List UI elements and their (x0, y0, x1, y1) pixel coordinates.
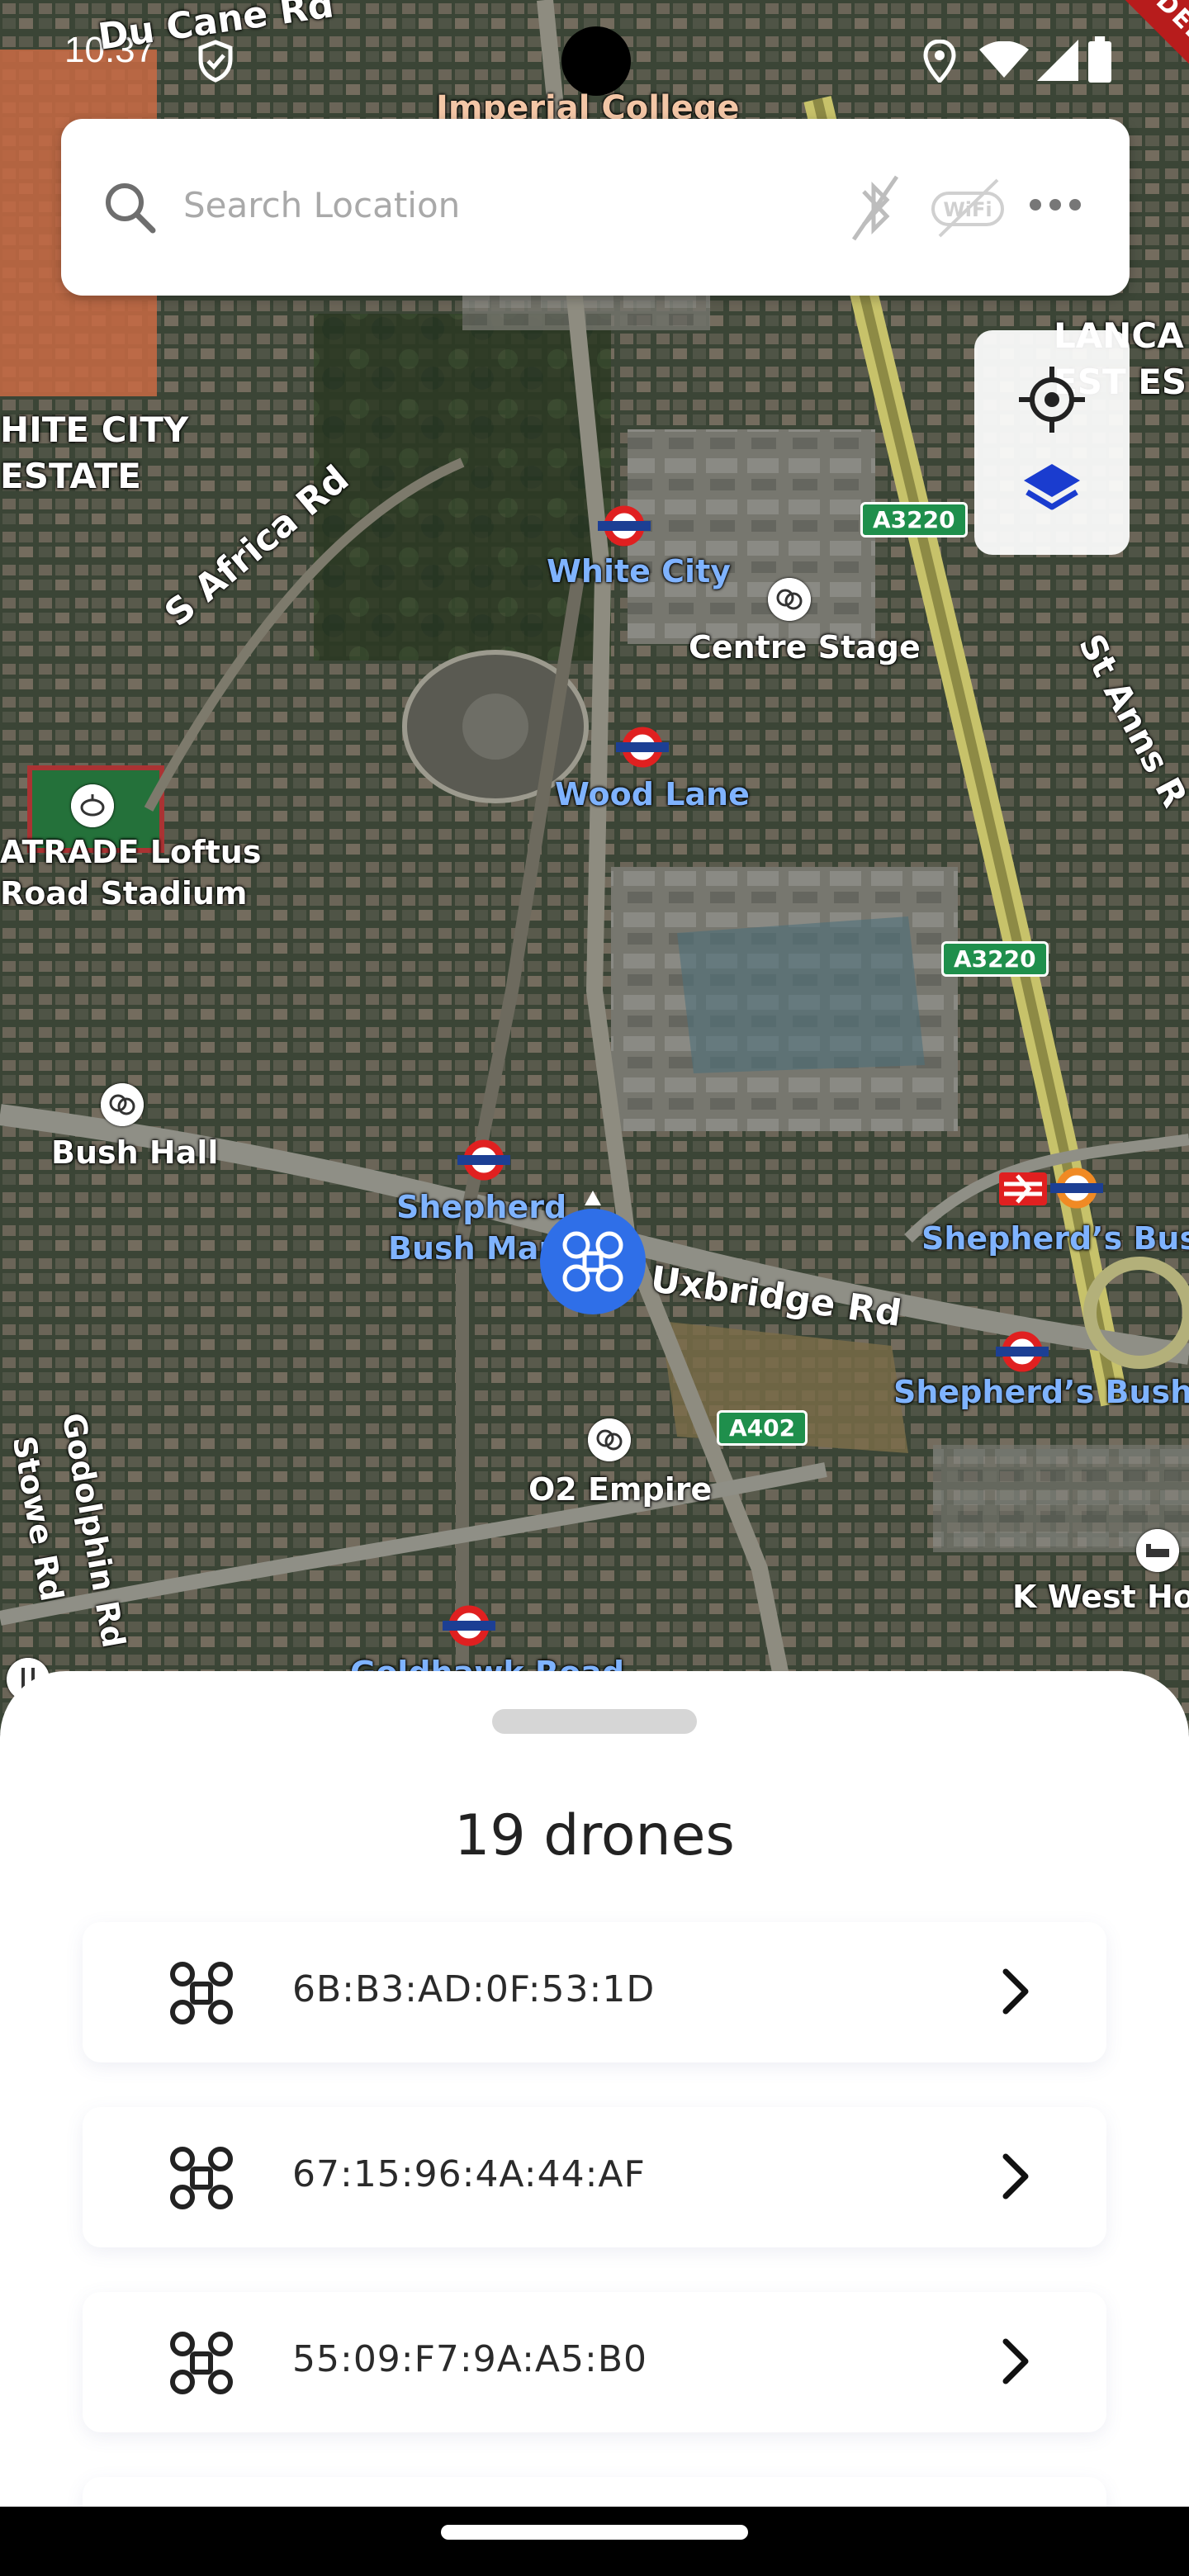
map-label-loftus-road-2: Road Stadium (0, 875, 248, 912)
tube-station-icon[interactable] (1050, 1167, 1103, 1209)
chevron-right-icon[interactable] (989, 2150, 1042, 2203)
map-label-shepherds-bush-tube: Shepherd’s Bush (893, 1374, 1189, 1410)
drone-mac-address: 67:15:96:4A:44:AF (292, 2153, 646, 2195)
drone-list-item[interactable]: 67:15:96:4A:44:AF (83, 2107, 1106, 2247)
more-options-icon[interactable] (1029, 197, 1082, 213)
system-nav-bar (0, 2507, 1189, 2576)
wifi-icon (979, 41, 1029, 78)
road-badge-a402: A402 (717, 1410, 808, 1446)
drone-icon (170, 2332, 233, 2394)
camera-cutout (561, 26, 631, 96)
map-label-white-city-estate-2: ESTATE (0, 456, 141, 496)
drone-icon (170, 1962, 233, 2024)
drone-icon (170, 2147, 233, 2209)
vpn-shield-icon (198, 40, 233, 83)
national-rail-icon[interactable] (999, 1172, 1047, 1205)
theatre-icon[interactable] (588, 1418, 631, 1461)
location-icon (923, 40, 956, 83)
road-badge-a3220-top: A3220 (860, 502, 968, 537)
drone-mac-address: 55:09:F7:9A:A5:B0 (292, 2338, 647, 2380)
tube-station-icon[interactable] (457, 1139, 510, 1181)
map-label-loftus-road-1: ATRADE Loftus (0, 834, 262, 870)
map-controls (974, 330, 1130, 555)
map-label-white-city-estate-1: HITE CITY (0, 410, 189, 450)
theatre-icon[interactable] (101, 1083, 144, 1126)
tube-station-icon[interactable] (598, 505, 651, 547)
map-view[interactable]: 10:37 DEBUG Du Cane Rd Imperial College … (0, 0, 1189, 1734)
home-gesture-pill[interactable] (441, 2525, 748, 2540)
road-badge-a3220-mid: A3220 (941, 941, 1049, 977)
stadium-icon[interactable] (71, 784, 114, 827)
wifi-off-icon[interactable]: WiFi (928, 177, 1007, 239)
drone-list-item[interactable]: 6B:B3:AD:0F:53:1D (83, 1922, 1106, 2062)
search-input[interactable]: Search Location (183, 185, 460, 225)
tube-station-icon[interactable] (996, 1331, 1049, 1372)
my-location-icon[interactable] (1017, 365, 1087, 434)
tube-station-icon[interactable] (616, 727, 669, 768)
theatre-icon[interactable] (768, 578, 811, 621)
drone-cluster-marker[interactable] (537, 1187, 649, 1319)
chevron-right-icon[interactable] (989, 2335, 1042, 2388)
hotel-icon[interactable] (1136, 1529, 1179, 1572)
map-label-wood-lane: Wood Lane (555, 776, 750, 812)
map-label-k-west-hotel: K West Hote (1012, 1579, 1189, 1615)
battery-icon (1088, 36, 1111, 83)
search-icon (106, 183, 156, 234)
tube-station-icon[interactable] (443, 1605, 495, 1646)
drone-count-title: 19 drones (454, 1803, 735, 1868)
drone-list-item[interactable] (83, 2477, 1106, 2507)
map-label-o2-empire: O2 Empire (528, 1471, 713, 1508)
signal-icon (1037, 40, 1078, 81)
layers-icon[interactable] (1021, 461, 1083, 520)
map-label-shepherds-bush-rail: Shepherd’s Bush (921, 1220, 1189, 1257)
search-bar[interactable]: Search Location WiFi (61, 119, 1130, 296)
map-label-white-city-station: White City (547, 553, 732, 590)
sheet-drag-handle[interactable] (492, 1709, 697, 1734)
map-label-bush-hall: Bush Hall (51, 1134, 219, 1171)
map-label-centre-stage: Centre Stage (689, 629, 921, 665)
drone-list-item[interactable]: 55:09:F7:9A:A5:B0 (83, 2292, 1106, 2432)
drone-mac-address: 6B:B3:AD:0F:53:1D (292, 1968, 656, 2010)
bluetooth-off-icon[interactable] (846, 173, 903, 243)
drone-list-sheet[interactable]: 19 drones 6B:B3:AD:0F:53:1D 67:15:96:4A:… (0, 1671, 1189, 2507)
chevron-right-icon[interactable] (989, 1965, 1042, 2018)
